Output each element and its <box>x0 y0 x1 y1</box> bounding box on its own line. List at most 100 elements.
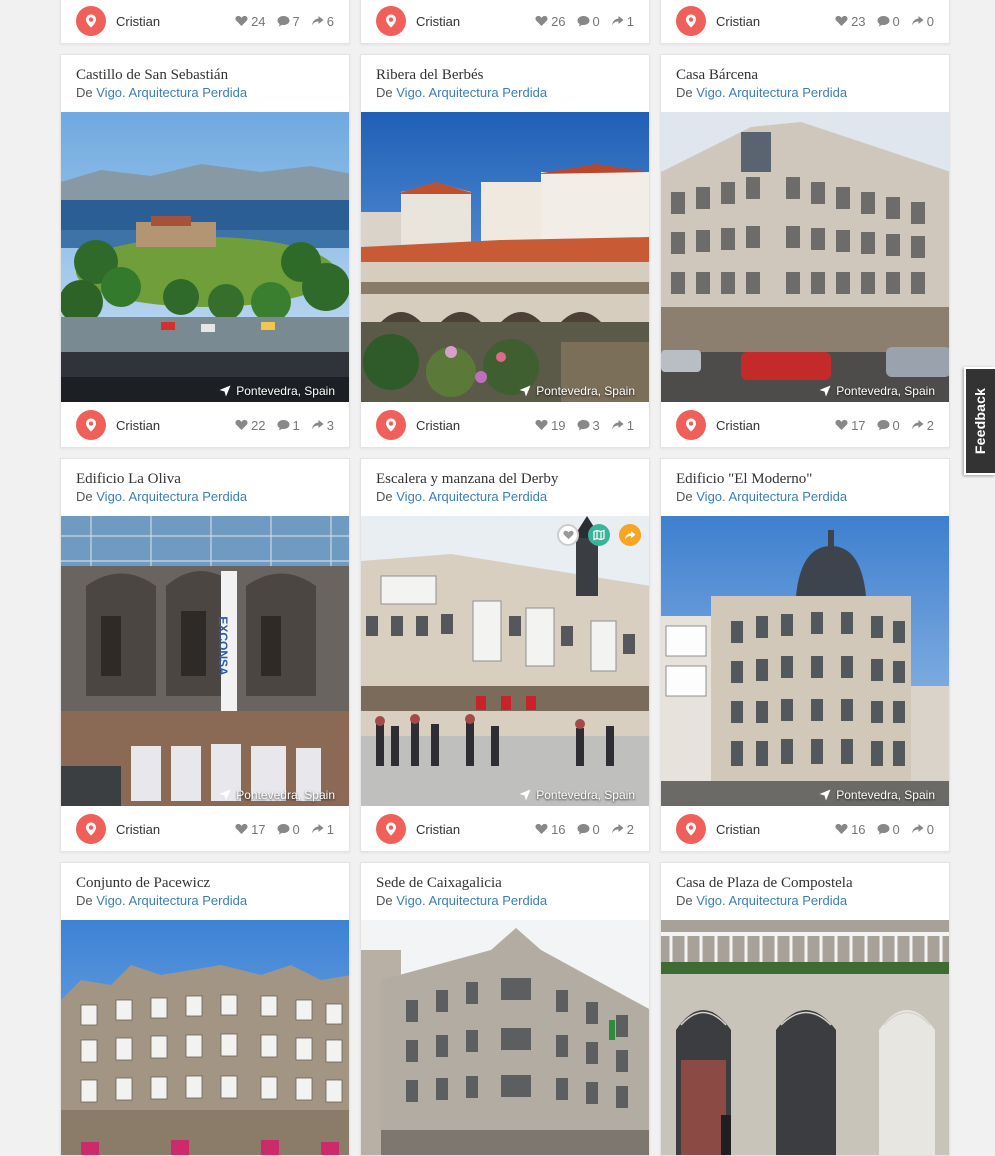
comments-stat[interactable]: 0 <box>877 14 900 29</box>
comments-stat[interactable]: 0 <box>877 822 900 837</box>
map-action-button[interactable] <box>588 524 610 546</box>
card-el-moderno[interactable]: Edificio "El Moderno" De Vigo. Arquitect… <box>660 458 950 852</box>
card-photo[interactable] <box>661 920 949 1155</box>
comments-stat[interactable]: 0 <box>877 418 900 433</box>
username[interactable]: Cristian <box>716 822 760 837</box>
likes-stat[interactable]: 22 <box>235 418 266 433</box>
likes-stat[interactable]: 24 <box>235 14 266 29</box>
card-photo[interactable] <box>61 920 349 1155</box>
card-photo[interactable]: Pontevedra, Spain <box>361 112 649 402</box>
avatar[interactable] <box>76 6 106 36</box>
card-title[interactable]: Casa Bárcena <box>676 67 934 83</box>
card-pacewicz[interactable]: Conjunto de Pacewicz De Vigo. Arquitectu… <box>60 862 350 1156</box>
source-link[interactable]: Vigo. Arquitectura Perdida <box>696 489 847 504</box>
avatar[interactable] <box>376 814 406 844</box>
location-arrow-icon <box>519 789 531 801</box>
feedback-tab[interactable]: Feedback <box>964 367 995 475</box>
shares-stat[interactable]: 3 <box>311 418 334 433</box>
avatar[interactable] <box>676 6 706 36</box>
username[interactable]: Cristian <box>416 418 460 433</box>
source-link[interactable]: Vigo. Arquitectura Perdida <box>696 85 847 100</box>
source-link[interactable]: Vigo. Arquitectura Perdida <box>96 85 247 100</box>
card-derby[interactable]: Escalera y manzana del Derby De Vigo. Ar… <box>360 458 650 852</box>
avatar[interactable] <box>676 410 706 440</box>
card-photo[interactable]: Pontevedra, Spain <box>361 516 649 806</box>
username[interactable]: Cristian <box>716 14 760 29</box>
comment-icon <box>877 16 890 27</box>
card-ribera[interactable]: Ribera del Berbés De Vigo. Arquitectura … <box>360 54 650 448</box>
card-caixagalicia[interactable]: Sede de Caixagalicia De Vigo. Arquitectu… <box>360 862 650 1156</box>
share-icon <box>311 824 324 834</box>
shares-stat[interactable]: 2 <box>911 418 934 433</box>
card-photo[interactable]: Pontevedra, Spain <box>61 112 349 402</box>
share-icon <box>611 420 624 430</box>
likes-stat[interactable]: 17 <box>835 418 866 433</box>
likes-stat[interactable]: 19 <box>535 418 566 433</box>
shares-stat[interactable]: 2 <box>611 822 634 837</box>
avatar-pin-icon <box>86 418 96 432</box>
card-photo[interactable]: Pontevedra, Spain <box>661 112 949 402</box>
comments-stat[interactable]: 0 <box>577 822 600 837</box>
username[interactable]: Cristian <box>116 14 160 29</box>
avatar[interactable] <box>76 814 106 844</box>
card-photo[interactable]: Pontevedra, Spain <box>661 516 949 806</box>
comments-stat[interactable]: 0 <box>277 822 300 837</box>
username[interactable]: Cristian <box>116 418 160 433</box>
avatar[interactable] <box>376 410 406 440</box>
card-title[interactable]: Conjunto de Pacewicz <box>76 875 334 891</box>
like-action-button[interactable] <box>557 524 579 546</box>
username[interactable]: Cristian <box>716 418 760 433</box>
avatar[interactable] <box>76 410 106 440</box>
comments-stat[interactable]: 3 <box>577 418 600 433</box>
heart-icon <box>535 15 548 26</box>
avatar[interactable] <box>376 6 406 36</box>
source-link[interactable]: Vigo. Arquitectura Perdida <box>396 489 547 504</box>
source-link[interactable]: Vigo. Arquitectura Perdida <box>696 893 847 908</box>
card-photo[interactable]: EXCONSA Pontevedra, Spain <box>61 516 349 806</box>
card-title[interactable]: Ribera del Berbés <box>376 67 634 83</box>
card-photo[interactable] <box>361 920 649 1155</box>
heart-icon <box>535 823 548 834</box>
avatar-pin-icon <box>386 14 396 28</box>
source-link[interactable]: Vigo. Arquitectura Perdida <box>396 893 547 908</box>
card-title[interactable]: Sede de Caixagalicia <box>376 875 634 891</box>
share-action-button[interactable] <box>619 524 641 546</box>
card-header: Casa de Plaza de Compostela De Vigo. Arq… <box>661 863 949 920</box>
shares-count: 3 <box>326 417 334 433</box>
likes-stat[interactable]: 26 <box>535 14 566 29</box>
source-prefix: De <box>676 85 693 100</box>
username[interactable]: Cristian <box>116 822 160 837</box>
likes-stat[interactable]: 17 <box>235 822 266 837</box>
comments-stat[interactable]: 7 <box>277 14 300 29</box>
source-link[interactable]: Vigo. Arquitectura Perdida <box>96 489 247 504</box>
shares-stat[interactable]: 0 <box>911 822 934 837</box>
avatar-pin-icon <box>86 14 96 28</box>
source-link[interactable]: Vigo. Arquitectura Perdida <box>96 893 247 908</box>
likes-stat[interactable]: 16 <box>535 822 566 837</box>
comments-stat[interactable]: 0 <box>577 14 600 29</box>
likes-stat[interactable]: 23 <box>835 14 866 29</box>
username[interactable]: Cristian <box>416 822 460 837</box>
card-footer: Cristian 16 0 2 <box>361 806 649 851</box>
card-title[interactable]: Castillo de San Sebastián <box>76 67 334 83</box>
shares-stat[interactable]: 1 <box>611 418 634 433</box>
card-title[interactable]: Escalera y manzana del Derby <box>376 471 634 487</box>
shares-stat[interactable]: 1 <box>311 822 334 837</box>
card-title[interactable]: Edificio "El Moderno" <box>676 471 934 487</box>
shares-stat[interactable]: 6 <box>311 14 334 29</box>
heart-icon <box>535 419 548 430</box>
likes-stat[interactable]: 16 <box>835 822 866 837</box>
avatar[interactable] <box>676 814 706 844</box>
card-castillo[interactable]: Castillo de San Sebastián De Vigo. Arqui… <box>60 54 350 448</box>
location-text: Pontevedra, Spain <box>236 384 335 398</box>
card-la-oliva[interactable]: Edificio La Oliva De Vigo. Arquitectura … <box>60 458 350 852</box>
comments-stat[interactable]: 1 <box>277 418 300 433</box>
card-title[interactable]: Casa de Plaza de Compostela <box>676 875 934 891</box>
card-compostela[interactable]: Casa de Plaza de Compostela De Vigo. Arq… <box>660 862 950 1156</box>
shares-stat[interactable]: 0 <box>911 14 934 29</box>
card-barcena[interactable]: Casa Bárcena De Vigo. Arquitectura Perdi… <box>660 54 950 448</box>
shares-stat[interactable]: 1 <box>611 14 634 29</box>
source-link[interactable]: Vigo. Arquitectura Perdida <box>396 85 547 100</box>
username[interactable]: Cristian <box>416 14 460 29</box>
card-title[interactable]: Edificio La Oliva <box>76 471 334 487</box>
